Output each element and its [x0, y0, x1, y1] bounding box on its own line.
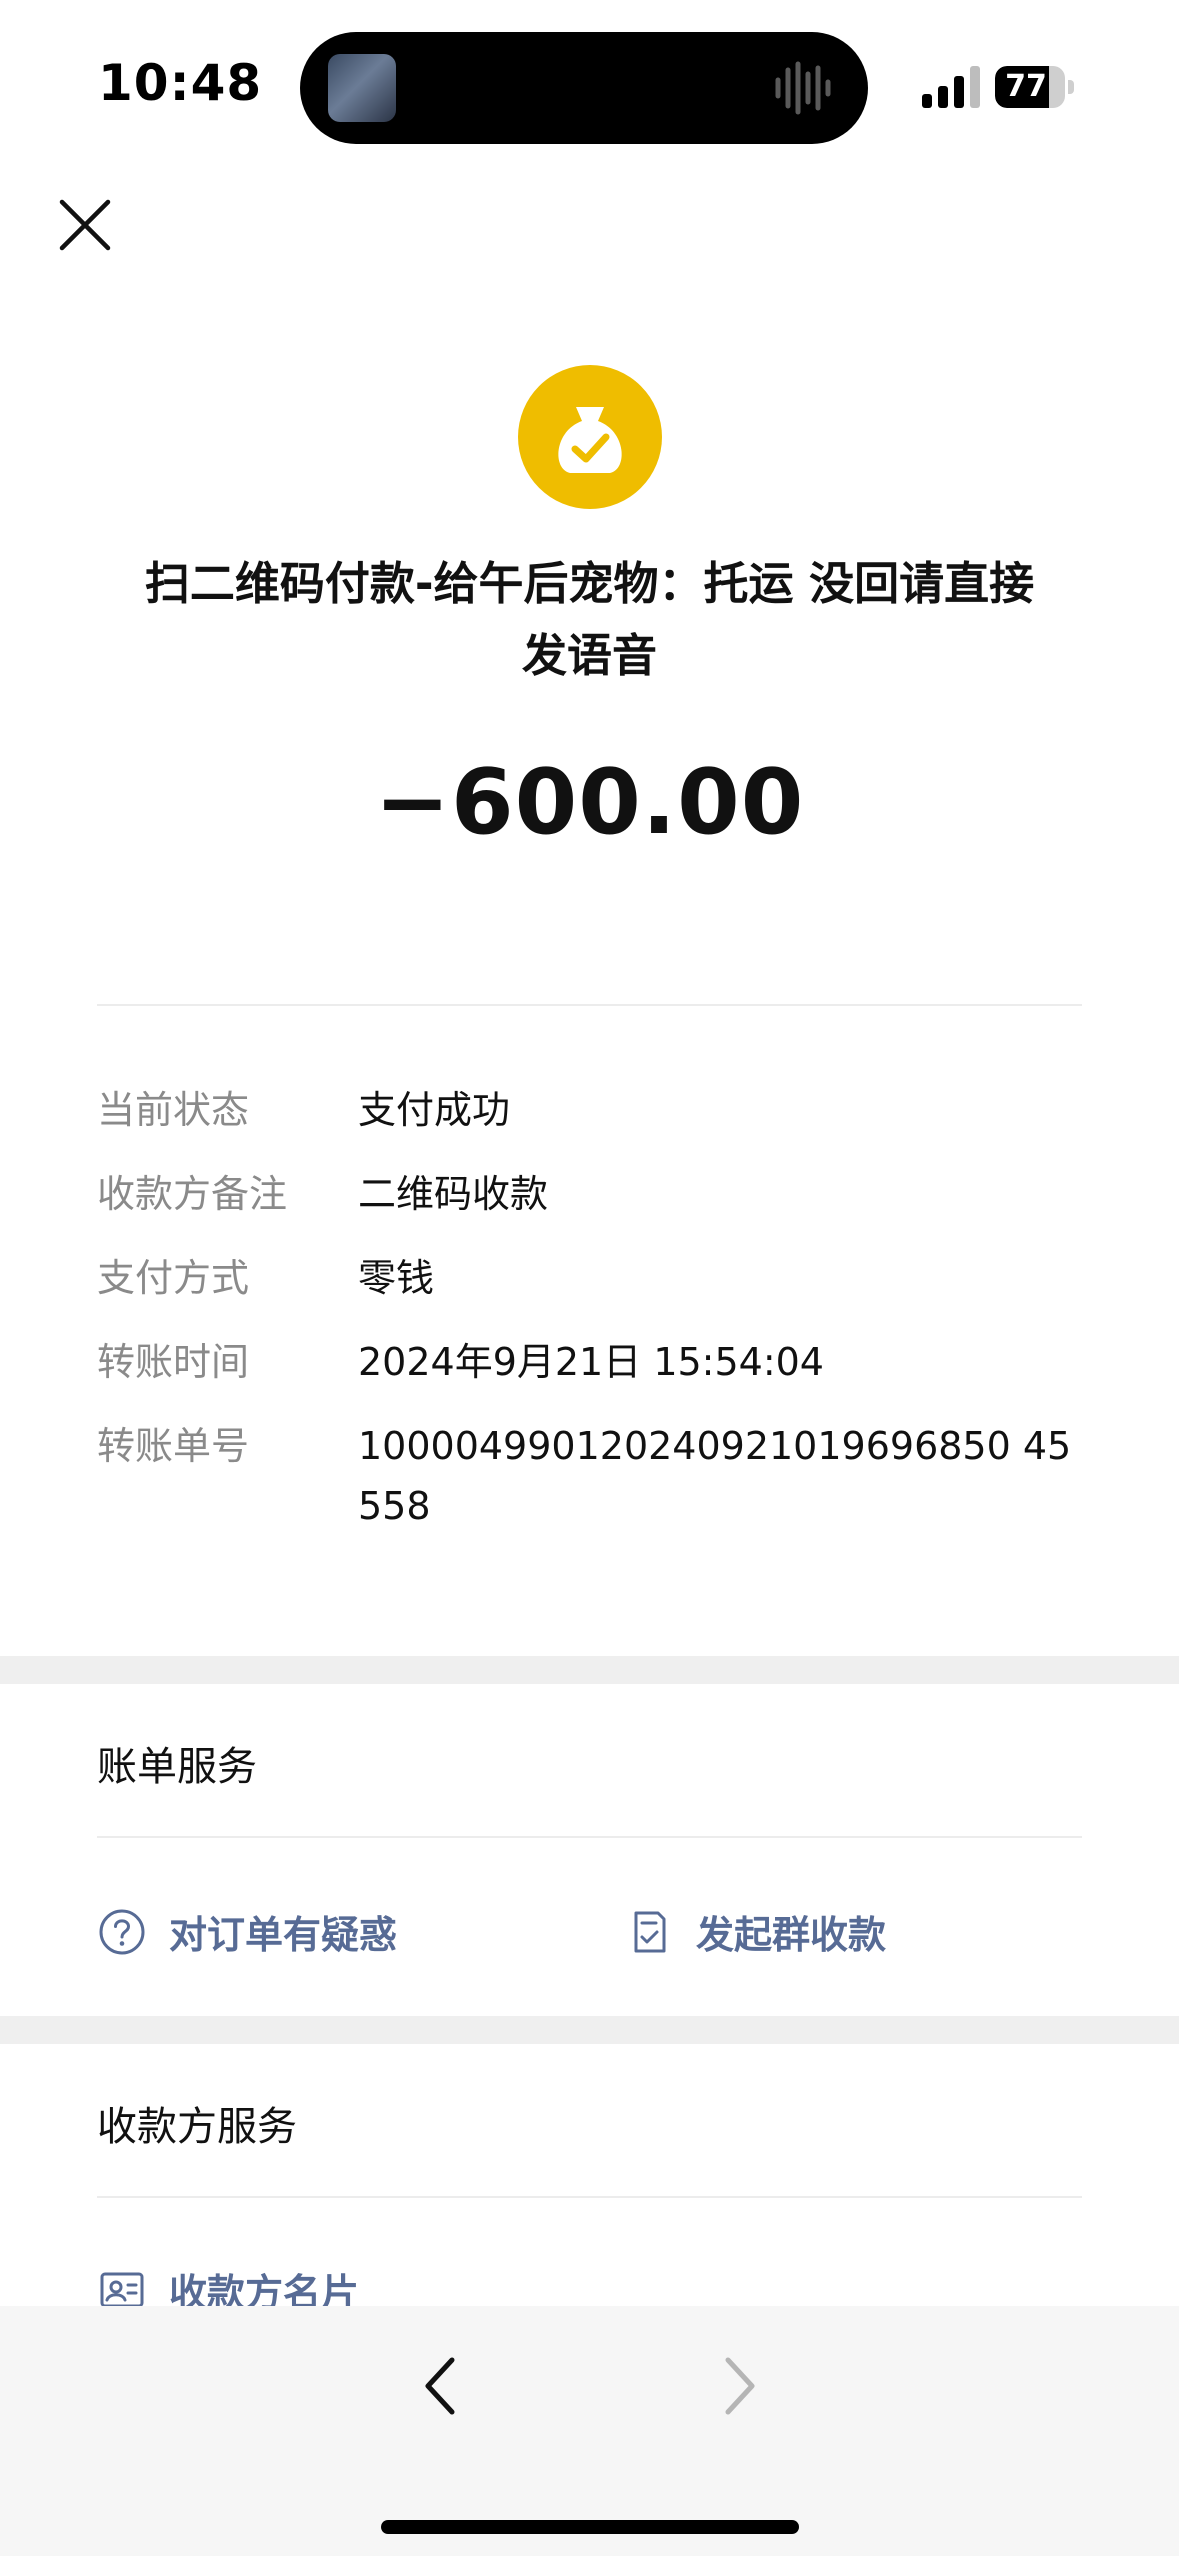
- group-collect-link[interactable]: 发起群收款: [624, 1904, 886, 1959]
- cellular-signal-icon: [922, 66, 980, 108]
- divider: [97, 2196, 1082, 2198]
- merchant-title-line1: 扫二维码付款-给午后宠物：托运 没回请直接: [144, 557, 1035, 610]
- back-arrow-icon[interactable]: [410, 2346, 470, 2426]
- divider: [97, 1836, 1082, 1838]
- payee-service-title: 收款方服务: [97, 2104, 297, 2150]
- section-separator: [0, 1656, 1179, 1684]
- document-check-icon: [634, 1911, 666, 1952]
- detail-label: 收款方备注: [97, 1172, 288, 1216]
- dynamic-island[interactable]: [300, 32, 868, 144]
- battery-icon: 77: [995, 66, 1075, 108]
- payment-amount: −600.00: [374, 750, 805, 855]
- status-time: 10:48: [98, 54, 263, 112]
- detail-row-status: 当前状态 支付成功: [97, 1080, 1082, 1140]
- detail-value: 2024年9月21日 15:54:04: [358, 1340, 824, 1384]
- detail-value: 零钱: [358, 1256, 435, 1300]
- forward-arrow-icon[interactable]: [710, 2346, 770, 2426]
- detail-label: 转账单号: [97, 1424, 250, 1468]
- section-separator: [0, 2016, 1179, 2044]
- transfer-id-value[interactable]: 100004990120240921019696850 45558: [358, 1416, 1078, 1536]
- detail-label: 当前状态: [97, 1088, 250, 1132]
- money-bag-check-icon: [558, 407, 622, 473]
- detail-label: 转账时间: [97, 1340, 250, 1384]
- audio-wave-icon: [775, 61, 831, 115]
- transaction-details: 当前状态 支付成功 收款方备注 二维码收款 支付方式 零钱 转账时间 2024年…: [97, 1080, 1082, 1560]
- home-indicator[interactable]: [381, 2520, 799, 2534]
- order-question-link[interactable]: 对订单有疑惑: [97, 1904, 397, 1959]
- detail-row-payee-note: 收款方备注 二维码收款: [97, 1164, 1082, 1224]
- detail-label: 支付方式: [97, 1256, 250, 1300]
- status-bar: 10:48 77: [0, 0, 1179, 175]
- detail-row-payment-method: 支付方式 零钱: [97, 1248, 1082, 1308]
- bottom-toolbar: [0, 2306, 1179, 2556]
- divider: [97, 1004, 1082, 1006]
- detail-row-transfer-time: 转账时间 2024年9月21日 15:54:04: [97, 1332, 1082, 1392]
- order-question-label: 对订单有疑惑: [169, 1913, 398, 1957]
- group-collect-label: 发起群收款: [696, 1913, 887, 1957]
- battery-level: 77: [1005, 69, 1047, 104]
- detail-row-transfer-id: 转账单号 100004990120240921019696850 45558: [97, 1416, 1082, 1536]
- now-playing-thumbnail: [328, 54, 396, 122]
- bill-service-title: 账单服务: [97, 1744, 257, 1790]
- detail-value: 支付成功: [358, 1088, 511, 1132]
- payment-status-icon: [518, 365, 662, 509]
- detail-value: 二维码收款: [358, 1172, 549, 1216]
- merchant-title-line2: 发语音: [521, 629, 657, 682]
- merchant-title: 扫二维码付款-给午后宠物：托运 没回请直接 发语音: [90, 548, 1089, 692]
- question-circle-icon: [99, 1909, 145, 1954]
- close-icon[interactable]: [56, 196, 114, 254]
